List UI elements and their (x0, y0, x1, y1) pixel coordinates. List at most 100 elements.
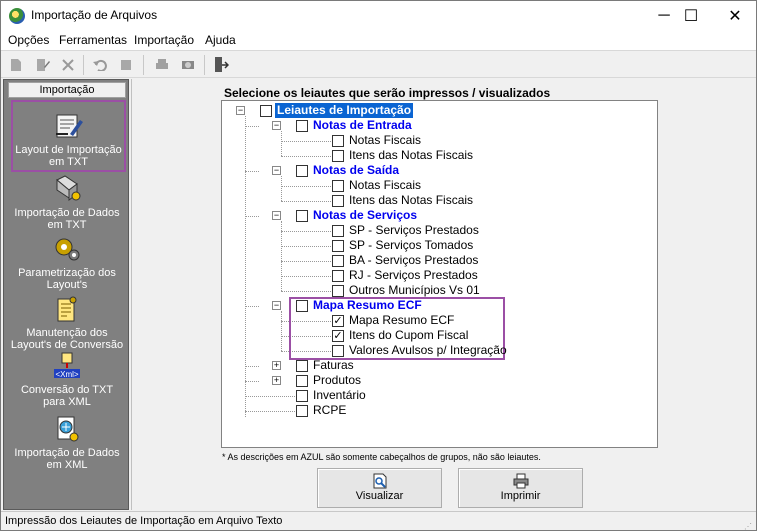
tree-group-notas-servicos[interactable]: − Notas de Serviços (222, 208, 657, 223)
tree-node-rcpe[interactable]: RCPE (222, 403, 657, 418)
tree-group-label[interactable]: Notas de Serviços (311, 208, 419, 223)
tree-group-label[interactable]: Notas de Saída (311, 163, 401, 178)
tree-checkbox[interactable] (296, 165, 308, 177)
stop-icon[interactable] (117, 56, 135, 74)
sidebar-item-maintenance[interactable]: Manutenção dos Layout's de Conversão (10, 295, 124, 351)
tree-leaf[interactable]: SP - Serviços Tomados (222, 238, 657, 253)
tree-checkbox[interactable] (332, 270, 344, 282)
expand-icon[interactable]: + (272, 376, 281, 385)
sidebar-header[interactable]: Importação (8, 82, 126, 98)
tree-group-notas-saida[interactable]: − Notas de Saída (222, 163, 657, 178)
main-window: Importação de Arquivos ─ ☐ ✕ Opções Ferr… (0, 0, 757, 531)
sidebar-item-parameters[interactable]: Parametrização dos Layout's (10, 235, 124, 291)
tree-checkbox-checked[interactable]: ✓ (332, 330, 344, 342)
layout-tree[interactable]: − Leiautes de Importação − Notas de Entr… (221, 100, 658, 448)
tree-checkbox[interactable] (332, 135, 344, 147)
tree-group-label[interactable]: Notas de Entrada (311, 118, 414, 133)
tree-leaf-label[interactable]: SP - Serviços Tomados (347, 238, 475, 253)
svg-text:<Xml>: <Xml> (55, 370, 78, 379)
tree-leaf[interactable]: Outros Municípios Vs 01 (222, 283, 657, 298)
tree-leaf[interactable]: Notas Fiscais (222, 178, 657, 193)
tree-root[interactable]: − Leiautes de Importação (222, 103, 657, 118)
tree-checkbox[interactable] (296, 300, 308, 312)
menu-ferramentas[interactable]: Ferramentas (59, 33, 127, 47)
tree-leaf-label[interactable]: Notas Fiscais (347, 133, 423, 148)
tree-checkbox[interactable] (332, 180, 344, 192)
tree-group-mapa-resumo[interactable]: − Mapa Resumo ECF (222, 298, 657, 313)
preview-button[interactable]: Visualizar (317, 468, 442, 508)
maximize-button[interactable]: ☐ (668, 1, 714, 31)
tree-group-faturas[interactable]: + Faturas (222, 358, 657, 373)
menu-ajuda[interactable]: Ajuda (205, 33, 236, 47)
tree-checkbox[interactable] (332, 285, 344, 297)
sidebar-item-import-xml[interactable]: Importação de Dados em XML (10, 415, 124, 471)
tree-node-label[interactable]: Inventário (311, 388, 368, 403)
tree-leaf[interactable]: Itens das Notas Fiscais (222, 193, 657, 208)
tree-leaf[interactable]: Itens das Notas Fiscais (222, 148, 657, 163)
tree-leaf[interactable]: BA - Serviços Prestados (222, 253, 657, 268)
resize-grip-icon[interactable]: ⋰ (744, 518, 754, 531)
tree-leaf[interactable]: Notas Fiscais (222, 133, 657, 148)
preview-button-label: Visualizar (355, 490, 404, 502)
tree-node-label[interactable]: RCPE (311, 403, 348, 418)
edit-icon[interactable] (34, 56, 52, 74)
exit-icon[interactable] (212, 56, 230, 74)
tree-root-label[interactable]: Leiautes de Importação (275, 103, 414, 118)
tree-checkbox[interactable] (296, 390, 308, 402)
menu-importacao[interactable]: Importação (134, 33, 194, 47)
tree-node-label[interactable]: Faturas (311, 358, 356, 373)
print-icon[interactable] (153, 56, 171, 74)
tree-leaf-label[interactable]: Itens das Notas Fiscais (347, 193, 475, 208)
sidebar-item-layout-txt[interactable]: Layout de Importação em TXT (11, 100, 126, 172)
tree-checkbox[interactable] (296, 405, 308, 417)
toolbar (1, 50, 756, 78)
tree-leaf-label[interactable]: RJ - Serviços Prestados (347, 268, 480, 283)
tree-group-notas-entrada[interactable]: − Notas de Entrada (222, 118, 657, 133)
tree-leaf[interactable]: SP - Serviços Prestados (222, 223, 657, 238)
tree-leaf-label[interactable]: Itens das Notas Fiscais (347, 148, 475, 163)
tree-checkbox[interactable] (332, 150, 344, 162)
tree-leaf-label[interactable]: Itens do Cupom Fiscal (347, 328, 470, 343)
tree-checkbox[interactable] (332, 195, 344, 207)
sidebar-item-import-txt[interactable]: Importação de Dados em TXT (10, 175, 124, 231)
tree-checkbox[interactable] (296, 120, 308, 132)
tree-leaf-label[interactable]: BA - Serviços Prestados (347, 253, 480, 268)
new-icon[interactable] (7, 56, 25, 74)
tree-node-label[interactable]: Produtos (311, 373, 363, 388)
collapse-icon[interactable]: − (272, 211, 281, 220)
tree-leaf[interactable]: ✓ Mapa Resumo ECF (222, 313, 657, 328)
tree-leaf-label[interactable]: Valores Avulsos p/ Integração (347, 343, 509, 358)
tree-node-inventario[interactable]: Inventário (222, 388, 657, 403)
delete-icon[interactable] (59, 56, 77, 74)
collapse-icon[interactable]: − (272, 166, 281, 175)
tree-checkbox-checked[interactable]: ✓ (332, 315, 344, 327)
tree-group-label[interactable]: Mapa Resumo ECF (311, 298, 424, 313)
tree-checkbox[interactable] (332, 345, 344, 357)
collapse-icon[interactable]: − (272, 121, 281, 130)
tree-leaf[interactable]: Valores Avulsos p/ Integração (222, 343, 657, 358)
title-bar: Importação de Arquivos ─ ☐ ✕ (1, 1, 756, 31)
tree-checkbox[interactable] (332, 240, 344, 252)
tree-checkbox[interactable] (296, 360, 308, 372)
expand-icon[interactable]: + (272, 361, 281, 370)
tree-leaf-label[interactable]: Mapa Resumo ECF (347, 313, 456, 328)
undo-icon[interactable] (91, 56, 109, 74)
collapse-icon[interactable]: − (272, 301, 281, 310)
collapse-icon[interactable]: − (236, 106, 245, 115)
tree-leaf-label[interactable]: Outros Municípios Vs 01 (347, 283, 482, 298)
tree-leaf[interactable]: ✓ Itens do Cupom Fiscal (222, 328, 657, 343)
menu-opcoes[interactable]: Opções (8, 33, 49, 47)
tree-group-produtos[interactable]: + Produtos (222, 373, 657, 388)
tree-checkbox[interactable] (296, 210, 308, 222)
tree-leaf[interactable]: RJ - Serviços Prestados (222, 268, 657, 283)
printer-setup-icon[interactable] (179, 56, 197, 74)
tree-checkbox[interactable] (260, 105, 272, 117)
tree-checkbox[interactable] (296, 375, 308, 387)
print-button[interactable]: Imprimir (458, 468, 583, 508)
close-button[interactable]: ✕ (712, 1, 757, 31)
sidebar-item-xml-convert[interactable]: <Xml> Conversão do TXT para XML (10, 352, 124, 408)
tree-leaf-label[interactable]: SP - Serviços Prestados (347, 223, 481, 238)
tree-checkbox[interactable] (332, 225, 344, 237)
tree-checkbox[interactable] (332, 255, 344, 267)
tree-leaf-label[interactable]: Notas Fiscais (347, 178, 423, 193)
